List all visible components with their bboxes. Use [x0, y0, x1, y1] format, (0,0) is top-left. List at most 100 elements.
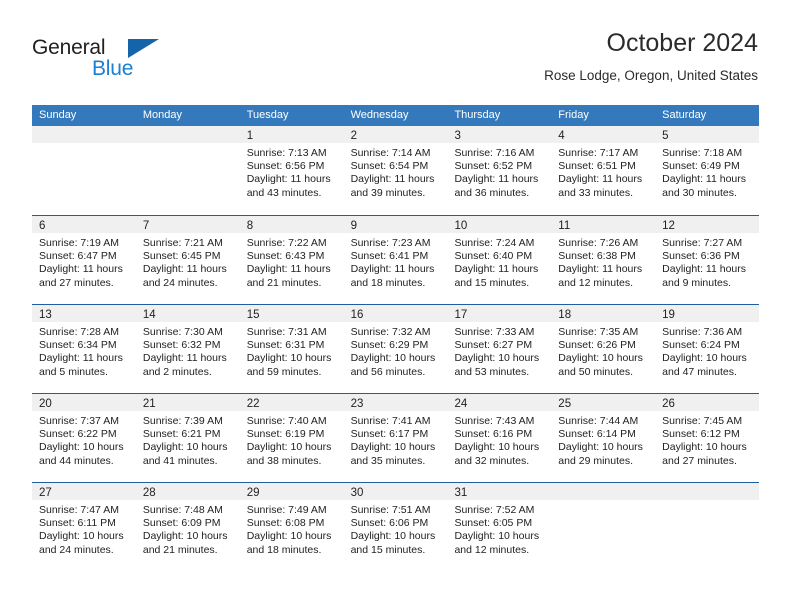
day-cell[interactable]: 28 Sunrise: 7:48 AM Sunset: 6:09 PM Dayligh… [135, 483, 240, 571]
day-details: Sunrise: 7:13 AM Sunset: 6:56 PM Daylight:… [240, 143, 344, 200]
day-cell[interactable]: 16 Sunrise: 7:32 AM Sunset: 6:29 PM Dayligh… [343, 305, 448, 393]
sunset-text: Sunset: 6:17 PM [350, 428, 429, 441]
day-number-band: 26 [655, 394, 760, 411]
daylight-text-line1: Daylight: 10 hours [142, 530, 228, 543]
day-cell[interactable]: 5 Sunrise: 7:18 AM Sunset: 6:49 PM Daylight… [655, 126, 760, 215]
daylight-text-line2: and 53 minutes. [454, 365, 530, 378]
weekday-header-saturday: Saturday [662, 109, 707, 121]
daylight-text-line2: and 50 minutes. [558, 365, 634, 378]
daylight-text-line2: and 56 minutes. [350, 365, 426, 378]
daylight-text-line1: Daylight: 11 hours [454, 173, 539, 186]
day-cell[interactable]: 22 Sunrise: 7:40 AM Sunset: 6:19 PM Dayligh… [239, 394, 344, 482]
daylight-text-line1: Daylight: 11 hours [246, 173, 331, 186]
daylight-text-line2: and 15 minutes. [350, 543, 426, 556]
daylight-text-line2: and 32 minutes. [454, 454, 530, 467]
calendar-page: General Blue October 2024 Rose Lodge, Or… [0, 0, 792, 612]
day-number: 6 [39, 220, 46, 232]
day-number-band: 8 [239, 216, 344, 233]
day-cell[interactable]: 10 Sunrise: 7:24 AM Sunset: 6:40 PM Dayligh… [447, 216, 552, 304]
day-cell[interactable]: 9 Sunrise: 7:23 AM Sunset: 6:41 PM Daylight… [343, 216, 448, 304]
daylight-text-line1: Daylight: 11 hours [39, 352, 123, 365]
day-details: Sunrise: 7:35 AM Sunset: 6:26 PM Daylight:… [551, 322, 655, 379]
day-cell[interactable]: 1 Sunrise: 7:13 AM Sunset: 6:56 PM Daylight… [239, 126, 344, 215]
sunrise-text: Sunrise: 7:49 AM [246, 504, 327, 516]
daylight-text-line2: and 24 minutes. [142, 276, 218, 289]
day-number: 31 [454, 487, 468, 499]
sunrise-text: Sunrise: 7:26 AM [558, 237, 639, 249]
day-details: Sunrise: 7:22 AM Sunset: 6:43 PM Daylight:… [240, 233, 344, 290]
day-number-band [135, 126, 240, 143]
day-cell[interactable]: 7 Sunrise: 7:21 AM Sunset: 6:45 PM Daylight… [135, 216, 240, 304]
day-cell[interactable]: 23 Sunrise: 7:41 AM Sunset: 6:17 PM Dayligh… [343, 394, 448, 482]
sunset-text: Sunset: 6:49 PM [662, 160, 740, 173]
day-cell[interactable]: 14 Sunrise: 7:30 AM Sunset: 6:32 PM Dayligh… [135, 305, 240, 393]
day-number-band: 29 [239, 483, 344, 500]
day-number-band: 11 [551, 216, 656, 233]
day-number-band: 20 [32, 394, 136, 411]
general-blue-logo: General Blue [32, 36, 212, 92]
daylight-text-line1: Daylight: 10 hours [662, 352, 747, 365]
day-details: Sunrise: 7:21 AM Sunset: 6:45 PM Daylight:… [136, 233, 240, 290]
day-number-band: 12 [655, 216, 760, 233]
daylight-text-line1: Daylight: 10 hours [558, 352, 643, 365]
day-cell[interactable]: 8 Sunrise: 7:22 AM Sunset: 6:43 PM Daylight… [239, 216, 344, 304]
day-cell[interactable]: 20 Sunrise: 7:37 AM Sunset: 6:22 PM Dayligh… [32, 394, 136, 482]
day-details: Sunrise: 7:39 AM Sunset: 6:21 PM Daylight:… [136, 411, 240, 468]
sunrise-text: Sunrise: 7:24 AM [454, 237, 535, 249]
sunrise-text: Sunrise: 7:17 AM [558, 147, 639, 159]
day-details: Sunrise: 7:24 AM Sunset: 6:40 PM Daylight:… [447, 233, 551, 290]
day-details [136, 143, 240, 147]
day-cell[interactable]: 26 Sunrise: 7:45 AM Sunset: 6:12 PM Dayligh… [655, 394, 760, 482]
day-number-band: 16 [343, 305, 448, 322]
day-number-band: 4 [551, 126, 656, 143]
weekday-header-wednesday: Wednesday [350, 109, 409, 121]
sunset-text: Sunset: 6:52 PM [454, 160, 533, 173]
day-details: Sunrise: 7:40 AM Sunset: 6:19 PM Daylight:… [240, 411, 344, 468]
day-details: Sunrise: 7:31 AM Sunset: 6:31 PM Daylight:… [240, 322, 344, 379]
day-cell[interactable]: 31 Sunrise: 7:52 AM Sunset: 6:05 PM Dayligh… [447, 483, 552, 571]
calendar-week-row: 6 Sunrise: 7:19 AM Sunset: 6:47 PM Daylight… [32, 215, 760, 304]
page-header: General Blue October 2024 Rose Lodge, Or… [32, 28, 758, 96]
day-number-band: 19 [655, 305, 760, 322]
day-cell[interactable]: 11 Sunrise: 7:26 AM Sunset: 6:38 PM Dayligh… [551, 216, 656, 304]
day-cell[interactable]: 2 Sunrise: 7:14 AM Sunset: 6:54 PM Daylight… [343, 126, 448, 215]
day-cell[interactable]: 25 Sunrise: 7:44 AM Sunset: 6:14 PM Dayligh… [551, 394, 656, 482]
day-cell[interactable]: 21 Sunrise: 7:39 AM Sunset: 6:21 PM Dayligh… [135, 394, 240, 482]
sunrise-text: Sunrise: 7:21 AM [142, 237, 223, 249]
weekday-header-monday: Monday [142, 109, 182, 121]
day-number: 1 [246, 130, 254, 142]
day-cell[interactable]: 29 Sunrise: 7:49 AM Sunset: 6:08 PM Dayligh… [239, 483, 344, 571]
daylight-text-line2: and 9 minutes. [662, 276, 732, 289]
page-title: October 2024 [606, 29, 759, 57]
day-number: 8 [246, 220, 254, 232]
day-cell[interactable]: 30 Sunrise: 7:51 AM Sunset: 6:06 PM Dayligh… [343, 483, 448, 571]
daylight-text-line2: and 21 minutes. [246, 276, 322, 289]
sunset-text: Sunset: 6:40 PM [454, 250, 533, 263]
daylight-text-line1: Daylight: 11 hours [558, 173, 643, 186]
daylight-text-line1: Daylight: 10 hours [454, 441, 540, 454]
day-cell[interactable]: 17 Sunrise: 7:33 AM Sunset: 6:27 PM Dayligh… [447, 305, 552, 393]
day-cell[interactable]: 6 Sunrise: 7:19 AM Sunset: 6:47 PM Daylight… [32, 216, 136, 304]
day-number-band: 2 [343, 126, 448, 143]
day-details: Sunrise: 7:43 AM Sunset: 6:16 PM Daylight:… [447, 411, 551, 468]
day-cell[interactable]: 15 Sunrise: 7:31 AM Sunset: 6:31 PM Dayligh… [239, 305, 344, 393]
sunset-text: Sunset: 6:45 PM [142, 250, 221, 263]
day-cell[interactable]: 4 Sunrise: 7:17 AM Sunset: 6:51 PM Daylight… [551, 126, 656, 215]
day-number: 2 [350, 130, 357, 142]
daylight-text-line2: and 18 minutes. [350, 276, 426, 289]
day-cell[interactable]: 13 Sunrise: 7:28 AM Sunset: 6:34 PM Dayligh… [32, 305, 136, 393]
sunrise-text: Sunrise: 7:14 AM [350, 147, 431, 159]
day-cell[interactable]: 18 Sunrise: 7:35 AM Sunset: 6:26 PM Dayligh… [551, 305, 656, 393]
day-cell[interactable]: 12 Sunrise: 7:27 AM Sunset: 6:36 PM Dayligh… [655, 216, 760, 304]
day-number: 21 [142, 398, 156, 410]
day-details: Sunrise: 7:23 AM Sunset: 6:41 PM Daylight:… [344, 233, 448, 290]
day-cell[interactable]: 24 Sunrise: 7:43 AM Sunset: 6:16 PM Dayligh… [447, 394, 552, 482]
day-cell[interactable]: 3 Sunrise: 7:16 AM Sunset: 6:52 PM Daylight… [447, 126, 552, 215]
day-cell[interactable]: 27 Sunrise: 7:47 AM Sunset: 6:11 PM Dayligh… [32, 483, 136, 571]
sunrise-text: Sunrise: 7:31 AM [246, 326, 327, 338]
calendar-weeks: 1 Sunrise: 7:13 AM Sunset: 6:56 PM Daylight… [32, 126, 760, 571]
day-cell[interactable]: 19 Sunrise: 7:36 AM Sunset: 6:24 PM Dayligh… [655, 305, 760, 393]
daylight-text-line2: and 12 minutes. [454, 543, 530, 556]
daylight-text-line2: and 59 minutes. [246, 365, 322, 378]
day-cell-empty [551, 483, 656, 571]
